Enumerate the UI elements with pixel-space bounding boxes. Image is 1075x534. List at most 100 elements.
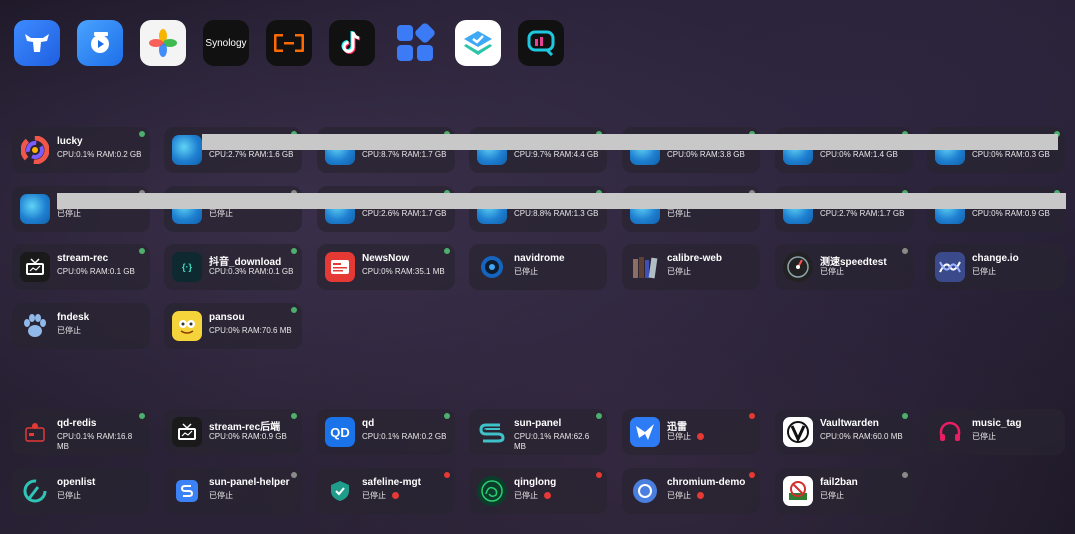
container-card-openlist[interactable]: openlist 已停止 [12,468,150,514]
card-status: CPU:8.7% RAM:1.7 GB [362,150,447,159]
container-card-safeline-mgt[interactable]: safeline-mgt 已停止 [317,468,455,514]
redaction-bar [57,193,1066,209]
card-status: 已停止 [972,267,996,276]
container-card-xunlei[interactable]: 迅雷 已停止 [622,409,760,455]
dragon-icon [477,476,507,506]
error-indicator-icon [697,433,704,441]
apps-grid-icon[interactable] [392,20,438,66]
container-card-qd-redis[interactable]: qd-redis CPU:0.1% RAM:16.8 MB [12,409,150,455]
card-name: fail2ban [820,477,858,488]
card-name: 抖音_download [209,257,282,268]
openlist-icon [20,476,50,506]
container-card-lucky[interactable]: lucky CPU:0.1% RAM:0.2 GB [12,127,150,173]
card-status: CPU:0% RAM:1.4 GB [820,150,898,159]
card-status: CPU:0% RAM:0.3 GB [972,150,1050,159]
books-icon [630,252,660,282]
card-status: 已停止 [667,432,755,442]
status-dot [291,472,297,478]
error-indicator-icon [697,492,704,500]
card-name: sun-panel [514,418,562,429]
card-status: 已停止 [972,432,996,441]
card-status: 已停止 [667,209,691,218]
container-card-music-tag[interactable]: music_tag 已停止 [927,409,1065,455]
card-status: 已停止 [362,491,450,501]
container-card-stream-rec[interactable]: stream-rec CPU:0% RAM:0.1 GB [12,244,150,290]
tiktok-app-icon[interactable] [329,20,375,66]
video-app-icon[interactable] [77,20,123,66]
card-status: 已停止 [820,267,844,276]
card-status: CPU:0% RAM:0.9 GB [972,209,1050,218]
qd-icon: QD [325,417,355,447]
status-text: 已停止 [514,491,538,500]
status-dot [749,472,755,478]
card-name: 迅雷 [667,422,687,433]
container-card-vaultwarden[interactable]: Vaultwarden CPU:0% RAM:60.0 MB [775,409,913,455]
headphones-icon [935,417,965,447]
fail2ban-icon [783,476,813,506]
card-name: music_tag [972,418,1022,429]
card-status: CPU:8.8% RAM:1.3 GB [514,209,599,218]
card-status: CPU:0% RAM:35.1 MB [362,267,445,276]
card-status: CPU:0.1% RAM:0.2 GB [362,432,447,441]
container-card-qd[interactable]: QD qd CPU:0.1% RAM:0.2 GB [317,409,455,455]
photos-app-icon[interactable] [140,20,186,66]
container-card-pansou[interactable]: pansou CPU:0% RAM:70.6 MB [164,303,302,349]
sun-panel-icon [477,417,507,447]
qd-icon-text: QD [330,424,350,440]
container-card-calibre-web[interactable]: calibre-web 已停止 [622,244,760,290]
layers-app-icon[interactable] [455,20,501,66]
status-dot [291,307,297,313]
chromium-icon [630,476,660,506]
card-name: openlist [57,477,96,488]
status-dot [902,413,908,419]
shield-icon [325,476,355,506]
card-name: qinglong [514,477,557,488]
card-status: CPU:0.1% RAM:62.6 MB [514,432,590,451]
card-name: stream-rec后端 [209,422,281,433]
edge-icon [172,135,202,165]
card-name: Vaultwarden [820,418,879,429]
card-name: fndesk [57,312,90,323]
card-status: CPU:2.6% RAM:1.7 GB [362,209,447,218]
status-dot [444,472,450,478]
status-dot [749,413,755,419]
card-status: 已停止 [57,326,81,335]
card-name: navidrome [514,253,565,264]
tv-icon [20,252,50,282]
card-name: stream-rec [57,253,109,264]
status-dot [444,248,450,254]
card-name: NewsNow [362,253,410,264]
monitor-app-icon[interactable] [518,20,564,66]
card-status: CPU:2.7% RAM:1.6 GB [209,150,294,159]
card-status: 已停止 [57,491,81,500]
container-card-change-io[interactable]: change.io 已停止 [927,244,1065,290]
card-status: 已停止 [667,267,691,276]
bull-app-icon[interactable] [14,20,60,66]
speedometer-icon [783,252,813,282]
card-status: 已停止 [209,491,233,500]
card-status: 已停止 [514,491,602,501]
status-dot [291,413,297,419]
container-card-fndesk[interactable]: fndesk 已停止 [12,303,150,349]
vaultwarden-icon [783,417,813,447]
status-dot [596,472,602,478]
xunlei-bird-icon [630,417,660,447]
card-name: 测速speedtest [820,257,887,268]
container-card-speedtest[interactable]: 测速speedtest 已停止 [775,244,913,290]
container-card-sun-panel-helper[interactable]: sun-panel-helper 已停止 [164,468,302,514]
card-name: chromium-demo [667,477,746,488]
container-card-fail2ban[interactable]: fail2ban 已停止 [775,468,913,514]
card-name: calibre-web [667,253,723,264]
container-card-navidrome[interactable]: navidrome 已停止 [469,244,607,290]
card-status: CPU:2.7% RAM:1.7 GB [820,209,905,218]
container-card-douyin-download[interactable]: {·} 抖音_download CPU:0.3% RAM:0.1 GB [164,244,302,290]
container-card-chromium-demo[interactable]: chromium-demo 已停止 [622,468,760,514]
container-card-qinglong[interactable]: qinglong 已停止 [469,468,607,514]
card-status: CPU:0.1% RAM:0.2 GB [57,150,142,159]
aliyun-app-icon[interactable] [266,20,312,66]
card-status: 已停止 [820,491,844,500]
container-card-stream-rec-backend[interactable]: stream-rec后端 CPU:0% RAM:0.9 GB [164,409,302,455]
synology-app-icon[interactable]: Synology [203,20,249,66]
container-card-newsnow[interactable]: NewsNow CPU:0% RAM:35.1 MB [317,244,455,290]
container-card-sun-panel[interactable]: sun-panel CPU:0.1% RAM:62.6 MB [469,409,607,455]
